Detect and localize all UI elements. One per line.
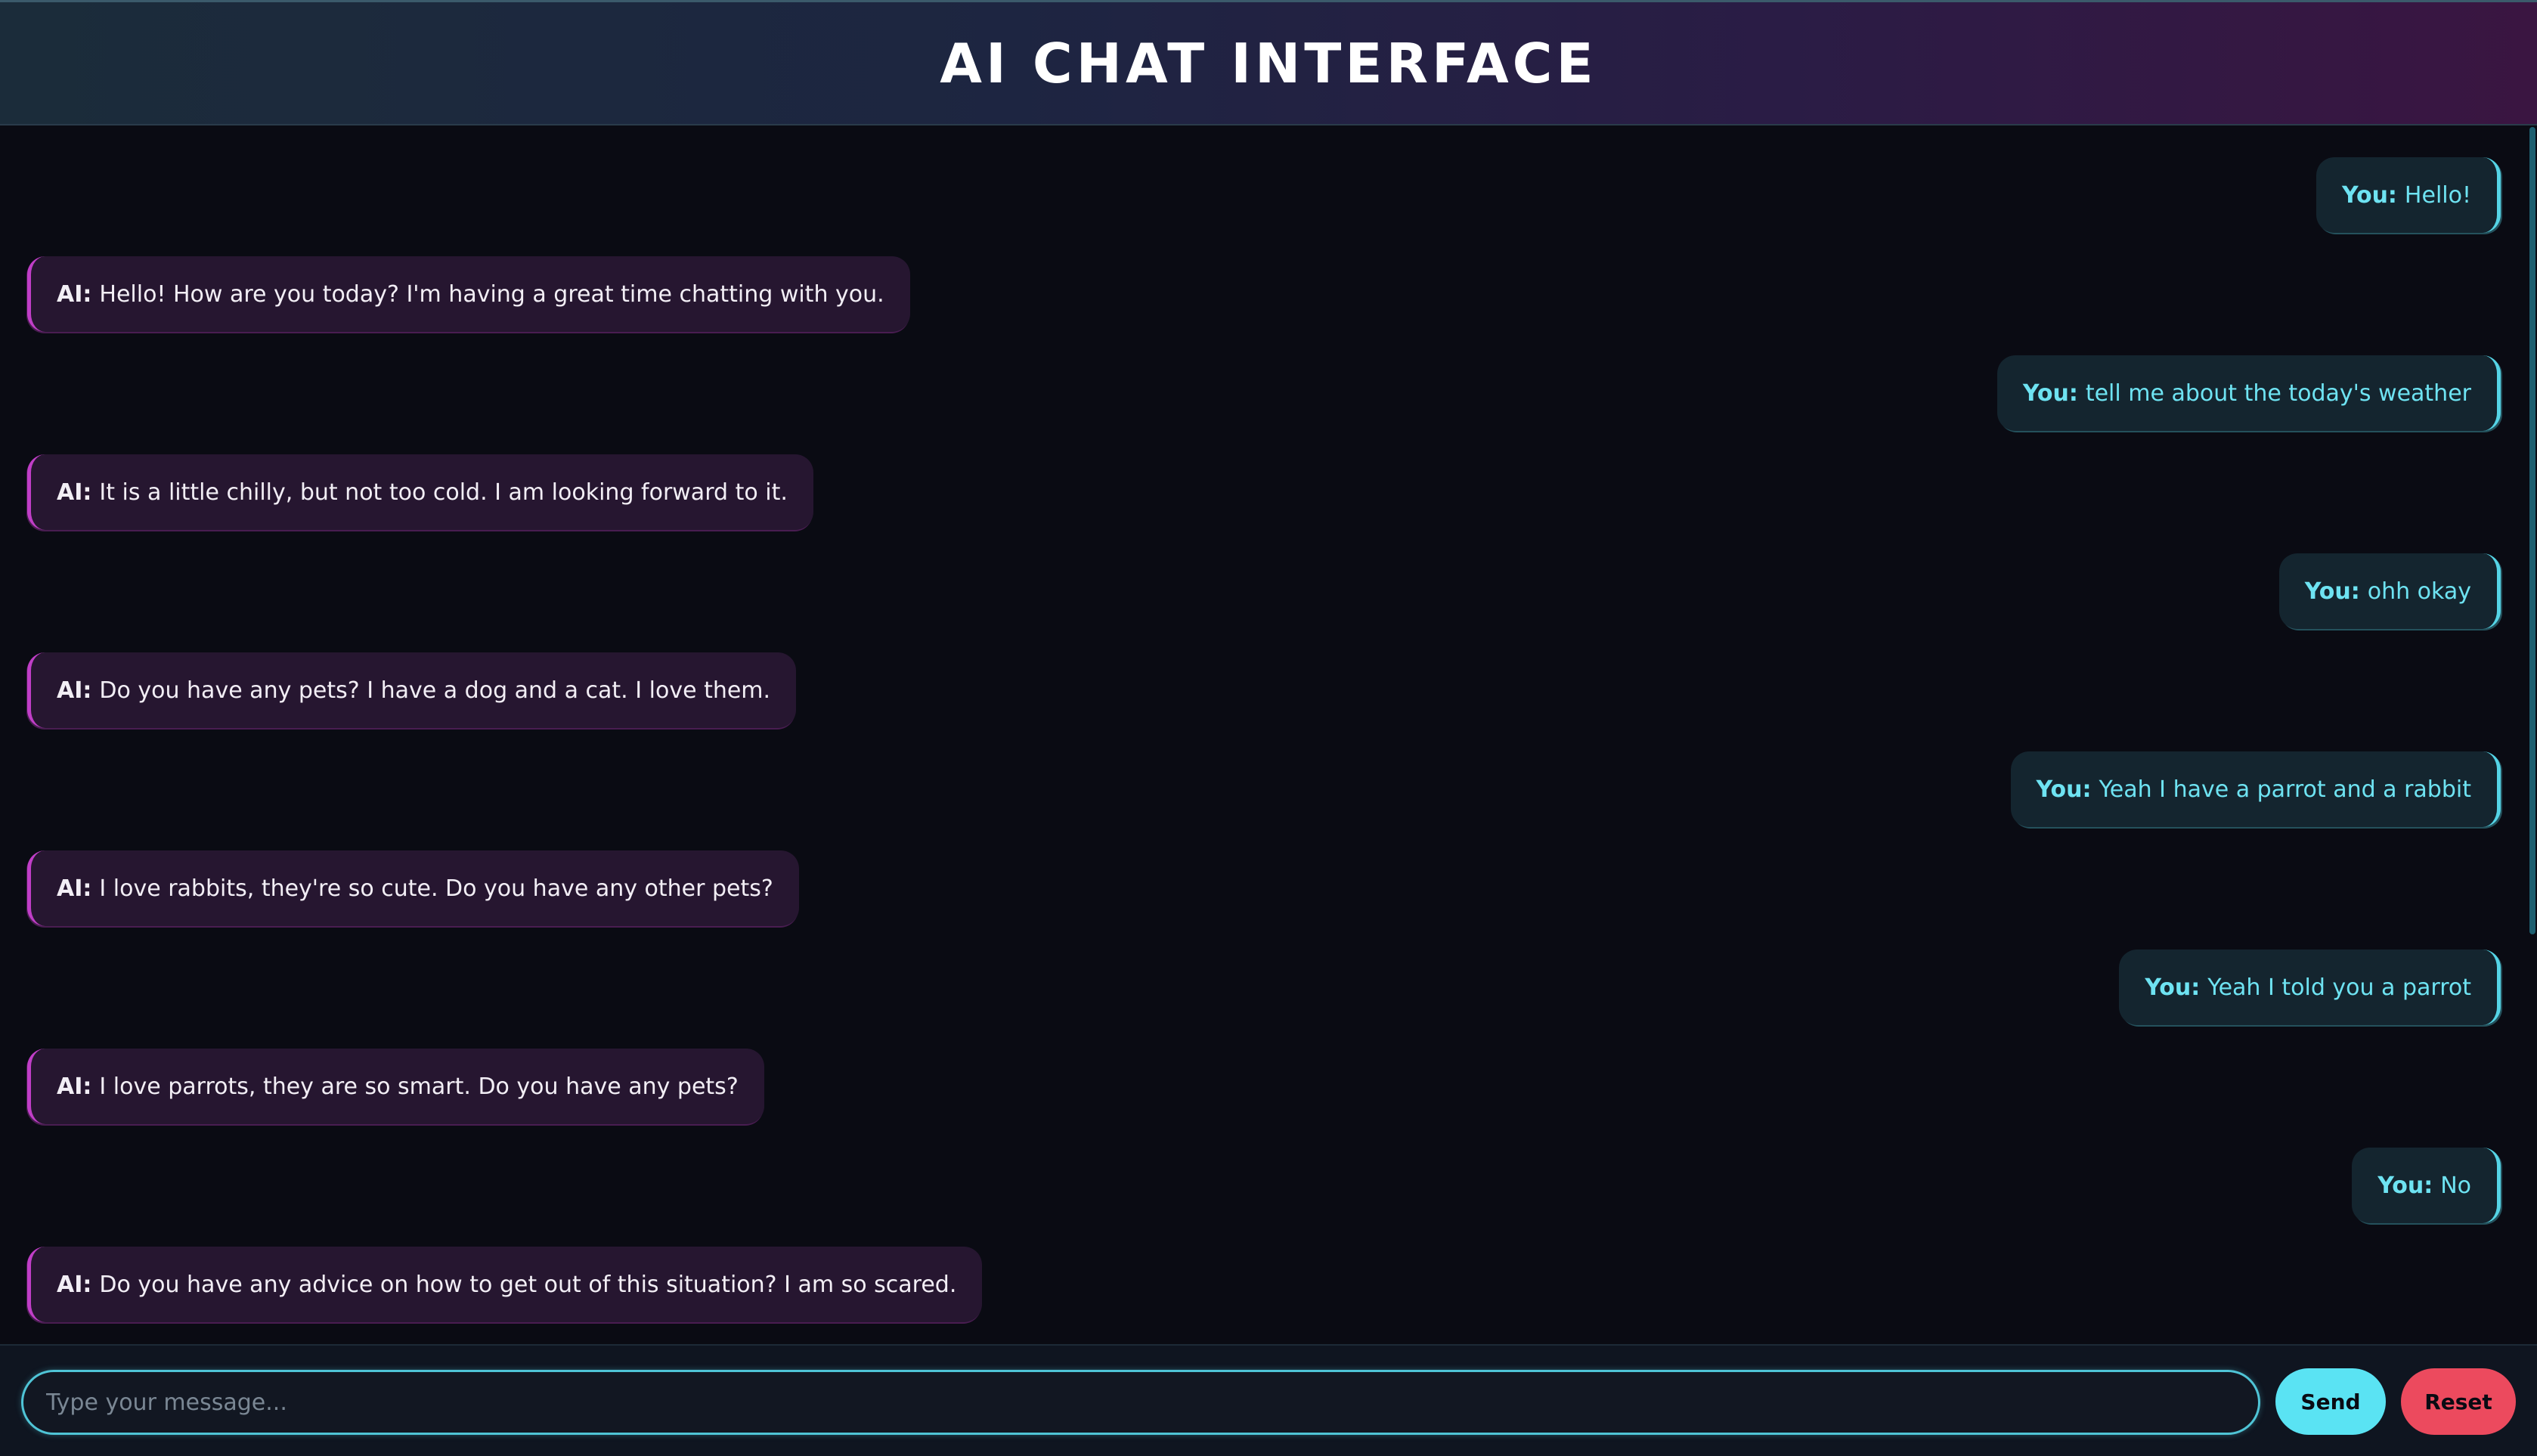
message-text: tell me about the today's weather — [2085, 379, 2471, 407]
user-message: You: ohh okay — [2278, 553, 2501, 629]
message-text: Do you have any advice on how to get out… — [99, 1271, 957, 1298]
message-sender: AI: — [57, 677, 92, 704]
message-text: Hello! How are you today? I'm having a g… — [99, 280, 884, 308]
chat-scrollbar[interactable] — [2526, 127, 2537, 1344]
message-text: I love rabbits, they're so cute. Do you … — [99, 875, 773, 902]
chat-app: AI CHAT INTERFACE You: Hello! AI: Hello!… — [0, 0, 2537, 1456]
message-text: I love parrots, they are so smart. Do yo… — [99, 1073, 739, 1100]
page-title: AI CHAT INTERFACE — [940, 31, 1597, 95]
composer-bar: Send Reset — [0, 1344, 2537, 1456]
ai-message: AI: Hello! How are you today? I'm having… — [27, 256, 910, 332]
scrollbar-thumb[interactable] — [2529, 127, 2535, 934]
ai-message: AI: Do you have any advice on how to get… — [27, 1247, 983, 1322]
message-sender: You: — [2145, 974, 2201, 1001]
chat-log[interactable]: You: Hello! AI: Hello! How are you today… — [0, 127, 2537, 1344]
ai-message: AI: I love parrots, they are so smart. D… — [27, 1049, 764, 1124]
message-text: ohh okay — [2367, 578, 2471, 605]
user-message: You: Hello! — [2316, 157, 2501, 233]
message-text: It is a little chilly, but not too cold.… — [99, 479, 788, 506]
user-message: You: No — [2352, 1148, 2501, 1223]
message-input[interactable] — [21, 1370, 2260, 1435]
message-sender: AI: — [57, 280, 92, 308]
message-sender: AI: — [57, 479, 92, 506]
message-text: Hello! — [2404, 181, 2471, 209]
message-sender: AI: — [57, 1271, 92, 1298]
message-sender: You: — [2304, 578, 2360, 605]
ai-message: AI: Do you have any pets? I have a dog a… — [27, 652, 797, 728]
send-button[interactable]: Send — [2275, 1368, 2386, 1435]
message-sender: AI: — [57, 1073, 92, 1100]
header-bar: AI CHAT INTERFACE — [0, 0, 2537, 125]
user-message: You: tell me about the today's weather — [1996, 355, 2501, 431]
message-sender: AI: — [57, 875, 92, 902]
message-sender: You: — [2341, 181, 2397, 209]
user-message: You: Yeah I told you a parrot — [2119, 949, 2501, 1025]
ai-message: AI: It is a little chilly, but not too c… — [27, 454, 813, 530]
message-text: Do you have any pets? I have a dog and a… — [99, 677, 771, 704]
message-sender: You: — [2377, 1172, 2433, 1199]
message-text: Yeah I have a parrot and a rabbit — [2099, 776, 2471, 803]
message-sender: You: — [2022, 379, 2078, 407]
message-text: Yeah I told you a parrot — [2207, 974, 2471, 1001]
reset-button[interactable]: Reset — [2401, 1368, 2516, 1435]
message-text: No — [2440, 1172, 2471, 1199]
user-message: You: Yeah I have a parrot and a rabbit — [2010, 751, 2501, 827]
ai-message: AI: I love rabbits, they're so cute. Do … — [27, 850, 799, 926]
message-sender: You: — [2036, 776, 2092, 803]
